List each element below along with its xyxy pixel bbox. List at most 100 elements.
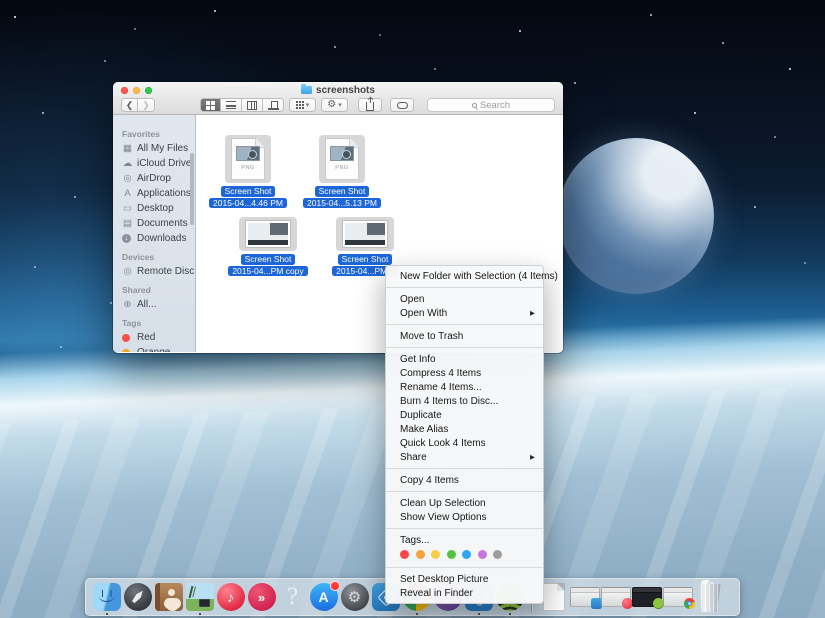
menu-item-open[interactable]: Open [386, 292, 543, 306]
menu-item-reveal-in-finder[interactable]: Reveal in Finder [386, 586, 543, 600]
file-item[interactable]: PNG Screen Shot2015-04...5.13 PM [296, 135, 388, 208]
png-badge-label: PNG [241, 165, 254, 171]
applications-icon: A [122, 189, 133, 199]
titlebar[interactable]: screenshots [113, 82, 563, 96]
icon-view-button[interactable] [200, 98, 221, 112]
menu-item-get-info[interactable]: Get Info [386, 352, 543, 366]
search-placeholder: Search [480, 100, 510, 111]
share-button[interactable] [358, 98, 382, 112]
files-icon: ▦ [122, 144, 133, 154]
dock-item-window-chrome[interactable] [662, 579, 693, 616]
arrange-button[interactable]: ▾ [289, 98, 316, 112]
sidebar-section-label: Tags [113, 318, 195, 328]
contacts-icon [155, 583, 183, 611]
forward-button[interactable]: ❯ [138, 98, 155, 112]
back-button[interactable]: ❮ [121, 98, 138, 112]
sidebar-scrollbar[interactable] [190, 153, 194, 225]
sidebar-item-label: Applications [137, 188, 191, 199]
sidebar-item-desktop[interactable]: ▭Desktop [113, 201, 195, 216]
tag-color-swatch[interactable] [431, 550, 440, 559]
menu-item-burn-4-items-to-disc[interactable]: Burn 4 Items to Disc... [386, 394, 543, 408]
png-preview [330, 146, 354, 161]
tag-color-swatch[interactable] [416, 550, 425, 559]
menu-item-quick-look-4-items[interactable]: Quick Look 4 Items [386, 436, 543, 450]
menu-item-clean-up-selection[interactable]: Clean Up Selection [386, 496, 543, 510]
sidebar-item-label: iCloud Drive [137, 158, 191, 169]
dock-item-red-arrow-app[interactable]: » [246, 579, 277, 616]
dock-item-window-itunes[interactable] [600, 579, 631, 616]
tag-color-swatch[interactable] [462, 550, 471, 559]
menu-separator [386, 347, 543, 348]
dock-item-itunes[interactable]: ♪ [215, 579, 246, 616]
sidebar-item-tag-orange[interactable]: Orange [113, 345, 195, 352]
sidebar-item-label: AirDrop [137, 173, 171, 184]
sidebar-item-label: Downloads [137, 233, 186, 244]
dock-item-photos[interactable] [184, 579, 215, 616]
sidebar-item-label: All My Files [137, 143, 188, 154]
tag-color-swatch[interactable] [400, 550, 409, 559]
menu-item-show-view-options[interactable]: Show View Options [386, 510, 543, 524]
menu-item-compress-4-items[interactable]: Compress 4 Items [386, 366, 543, 380]
sidebar-item-tag-red[interactable]: Red [113, 330, 195, 345]
tag-color-swatch[interactable] [478, 550, 487, 559]
column-view-button[interactable] [242, 98, 263, 112]
dock-item-window-capture[interactable] [569, 579, 600, 616]
png-file-icon: PNG [325, 138, 359, 180]
menu-item-new-folder-with-selection-4-items[interactable]: New Folder with Selection (4 Items) [386, 269, 543, 283]
sidebar-item-airdrop[interactable]: ◎AirDrop [113, 171, 195, 186]
dock-item-launchpad[interactable] [122, 579, 153, 616]
tag-color-swatch[interactable] [493, 550, 502, 559]
dock-item-contacts[interactable] [153, 579, 184, 616]
menu-item-copy-4-items[interactable]: Copy 4 Items [386, 473, 543, 487]
tag-dot-icon [122, 334, 130, 342]
tag-color-swatch[interactable] [447, 550, 456, 559]
moon [558, 138, 714, 294]
file-item[interactable]: Screen Shot2015-04...PM copy [222, 217, 314, 276]
sidebar-item-label: Orange [137, 347, 170, 352]
file-item[interactable]: PNGScreen Shot2015-04...4.46 PM [202, 135, 294, 208]
dock-item-system-preferences[interactable]: ⚙ [339, 579, 370, 616]
trash-icon[interactable] [697, 582, 722, 612]
share-icon [366, 102, 374, 111]
file-name: Screen Shot2015-04...5.13 PM [303, 186, 381, 208]
window-header[interactable]: screenshots ❮ ❯ ▾ ⚙▾ Search [113, 82, 563, 115]
sidebar-item-remote-disc[interactable]: ◎Remote Disc [113, 264, 195, 279]
action-menu-button[interactable]: ⚙▾ [321, 98, 348, 112]
dock-item-finder[interactable] [91, 579, 122, 616]
menu-item-set-desktop-picture[interactable]: Set Desktop Picture [386, 572, 543, 586]
dock-item-missing-app[interactable]: ? [277, 579, 308, 616]
tags-button[interactable] [390, 98, 414, 112]
menu-item-share[interactable]: Share▶ [386, 450, 543, 464]
menu-item-rename-4-items[interactable]: Rename 4 Items... [386, 380, 543, 394]
dock-item-app-store[interactable]: A [308, 579, 339, 616]
sidebar-item-icloud-drive[interactable]: ☁iCloud Drive [113, 156, 195, 171]
running-indicator [478, 613, 481, 616]
running-indicator [106, 613, 109, 616]
sidebar-item-label: All... [137, 299, 156, 310]
sidebar-item-all-my-files[interactable]: ▦ All My Files [113, 141, 195, 156]
menu-item-move-to-trash[interactable]: Move to Trash [386, 329, 543, 343]
file-name-line2: 2015-04...PM copy [228, 266, 307, 277]
sidebar-item-documents[interactable]: ▤Documents [113, 216, 195, 231]
list-view-button[interactable] [221, 98, 242, 112]
view-switcher [200, 98, 284, 112]
app-store-icon: A [310, 583, 338, 611]
chrome-badge-icon [684, 598, 695, 609]
coverflow-view-button[interactable] [263, 98, 284, 112]
menu-item-make-alias[interactable]: Make Alias [386, 422, 543, 436]
dock-item-window-spotify[interactable] [631, 579, 662, 616]
stars [14, 16, 16, 18]
menu-item-duplicate[interactable]: Duplicate [386, 408, 543, 422]
sidebar-item-downloads[interactable]: ↓Downloads [113, 231, 195, 246]
menu-item-open-with[interactable]: Open With▶ [386, 306, 543, 320]
sidebar-item-all-shared[interactable]: ⊕All... [113, 297, 195, 312]
window-title: screenshots [113, 85, 563, 96]
finder-icon [93, 583, 121, 611]
search-field[interactable]: Search [427, 98, 555, 112]
search-icon [472, 103, 477, 108]
sidebar-item-applications[interactable]: A Applications [113, 186, 195, 201]
menu-item-tags[interactable]: Tags... [386, 533, 543, 547]
nav-buttons: ❮ ❯ [121, 98, 155, 112]
sidebar-item-label: Documents [137, 218, 188, 229]
window-spotify-thumbnail [632, 587, 662, 607]
